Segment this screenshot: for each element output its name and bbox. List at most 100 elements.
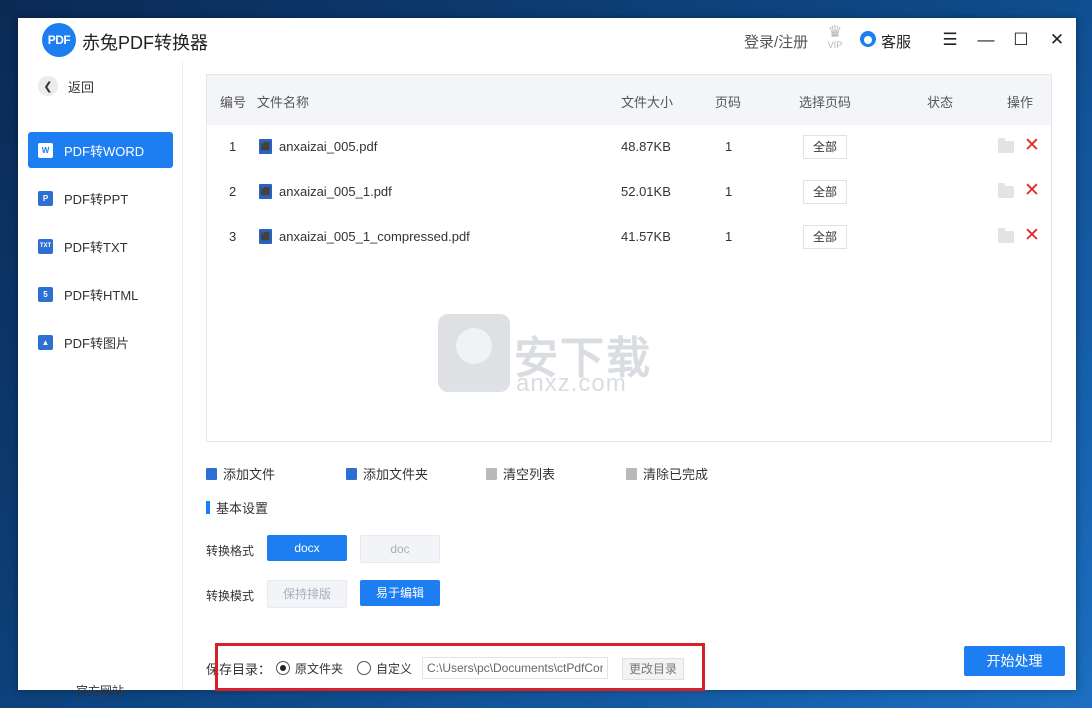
row-number: 2 bbox=[229, 184, 237, 199]
add-folder-button[interactable]: 添加文件夹 bbox=[346, 464, 428, 483]
pdf-file-icon: ⬛ bbox=[259, 139, 272, 154]
broom-icon bbox=[626, 467, 637, 480]
mode-option-easy-edit[interactable]: 易于编辑 bbox=[360, 580, 440, 606]
sidebar-item-pdf-to-html[interactable]: 5 PDF转HTML bbox=[28, 276, 173, 312]
add-file-icon bbox=[206, 467, 217, 480]
column-header-no: 编号 bbox=[220, 95, 247, 110]
original-folder-label[interactable]: 原文件夹 bbox=[295, 660, 343, 677]
sidebar-item-pdf-to-ppt[interactable]: P PDF转PPT bbox=[28, 180, 173, 216]
add-folder-label: 添加文件夹 bbox=[363, 467, 429, 482]
file-name: anxaizai_005.pdf bbox=[279, 139, 378, 154]
delete-icon[interactable]: ✕ bbox=[1024, 225, 1040, 247]
watermark-domain: anxz.com bbox=[516, 370, 627, 397]
custom-folder-label[interactable]: 自定义 bbox=[376, 660, 412, 677]
pdf-file-icon: ⬛ bbox=[259, 229, 272, 244]
file-size: 52.01KB bbox=[621, 184, 671, 199]
back-label: 返回 bbox=[68, 79, 95, 95]
customer-service-icon[interactable] bbox=[860, 31, 876, 47]
page-select-button[interactable]: 全部 bbox=[803, 225, 847, 249]
customer-service-link[interactable]: 客服 bbox=[881, 31, 911, 52]
format-option-doc[interactable]: doc bbox=[360, 535, 440, 563]
add-file-button[interactable]: 添加文件 bbox=[206, 464, 275, 483]
txt-icon: TXT bbox=[38, 238, 53, 254]
vip-badge-text: VIP bbox=[827, 40, 843, 50]
file-name: anxaizai_005_1_compressed.pdf bbox=[279, 229, 470, 244]
back-button[interactable]: ❮ 返回 bbox=[38, 74, 94, 98]
column-header-name: 文件名称 bbox=[257, 95, 310, 110]
start-processing-button[interactable]: 开始处理 bbox=[964, 646, 1065, 676]
sidebar-item-pdf-to-txt[interactable]: TXT PDF转TXT bbox=[28, 228, 173, 264]
open-folder-icon[interactable] bbox=[998, 228, 1014, 243]
vip-crown-icon[interactable]: ♛ VIP bbox=[822, 25, 848, 54]
column-header-pages: 页码 bbox=[715, 95, 742, 110]
table-row[interactable]: 2 ⬛ anxaizai_005_1.pdf 52.01KB 1 全部 ✕ bbox=[207, 170, 1051, 214]
folder-icon bbox=[346, 467, 357, 480]
radio-custom-folder[interactable] bbox=[357, 661, 371, 675]
close-button[interactable]: ✕ bbox=[1045, 28, 1069, 52]
clear-list-button[interactable]: 清空列表 bbox=[486, 464, 555, 483]
html-icon: 5 bbox=[38, 286, 53, 302]
add-file-label: 添加文件 bbox=[223, 467, 276, 482]
delete-icon[interactable]: ✕ bbox=[1024, 135, 1040, 157]
column-header-status: 状态 bbox=[927, 95, 954, 110]
page-count: 1 bbox=[725, 139, 733, 154]
sidebar-item-label: PDF转WORD bbox=[64, 143, 145, 159]
table-header: 编号 文件名称 文件大小 页码 选择页码 状态 操作 bbox=[207, 75, 1051, 125]
chevron-left-icon: ❮ bbox=[38, 76, 58, 96]
clear-completed-button[interactable]: 清除已完成 bbox=[626, 464, 708, 483]
row-number: 1 bbox=[229, 139, 237, 154]
mode-label: 转换模式 bbox=[206, 589, 255, 603]
sidebar-item-label: PDF转TXT bbox=[64, 239, 128, 255]
app-title: 赤兔PDF转换器 bbox=[82, 33, 208, 53]
image-icon: ▲ bbox=[38, 334, 53, 350]
delete-icon[interactable]: ✕ bbox=[1024, 180, 1040, 202]
sidebar: ❮ 返回 W PDF转WORD P PDF转PPT TXT PDF转TXT 5 … bbox=[18, 62, 183, 698]
table-row[interactable]: 1 ⬛ anxaizai_005.pdf 48.87KB 1 全部 ✕ bbox=[207, 125, 1051, 169]
format-option-docx[interactable]: docx bbox=[267, 535, 347, 561]
open-folder-icon[interactable] bbox=[998, 138, 1014, 153]
sidebar-item-label: PDF转图片 bbox=[64, 335, 130, 351]
word-icon: W bbox=[38, 142, 53, 158]
column-header-page-select: 选择页码 bbox=[799, 95, 852, 110]
pdf-file-icon: ⬛ bbox=[259, 184, 272, 199]
app-window: PDF 赤兔PDF转换器 登录/注册 ♛ VIP 客服 ☰ — ☐ ✕ ❮ 返回 … bbox=[18, 18, 1076, 698]
page-count: 1 bbox=[725, 184, 733, 199]
settings-section-title: 基本设置 bbox=[206, 498, 268, 517]
menu-button[interactable]: ☰ bbox=[938, 28, 962, 52]
app-logo-icon: PDF bbox=[42, 23, 76, 57]
file-table: 编号 文件名称 文件大小 页码 选择页码 状态 操作 1 ⬛ anxaizai_… bbox=[206, 74, 1052, 442]
file-name: anxaizai_005_1.pdf bbox=[279, 184, 392, 199]
ppt-icon: P bbox=[38, 190, 53, 206]
row-number: 3 bbox=[229, 229, 237, 244]
page-count: 1 bbox=[725, 229, 733, 244]
page-select-button[interactable]: 全部 bbox=[803, 180, 847, 204]
minimize-button[interactable]: — bbox=[974, 28, 998, 52]
format-label: 转换格式 bbox=[206, 544, 255, 558]
save-path-input[interactable] bbox=[422, 657, 608, 679]
section-marker bbox=[206, 501, 210, 514]
clear-completed-label: 清除已完成 bbox=[643, 467, 709, 482]
file-size: 41.57KB bbox=[621, 229, 671, 244]
mode-option-keep-layout[interactable]: 保持排版 bbox=[267, 580, 347, 608]
table-row[interactable]: 3 ⬛ anxaizai_005_1_compressed.pdf 41.57K… bbox=[207, 215, 1051, 259]
radio-original-folder[interactable] bbox=[276, 661, 290, 675]
official-site-link[interactable]: 官方网站 bbox=[18, 682, 182, 699]
open-folder-icon[interactable] bbox=[998, 183, 1014, 198]
title-bar: PDF 赤兔PDF转换器 登录/注册 ♛ VIP 客服 ☰ — ☐ ✕ bbox=[18, 18, 1076, 62]
file-size: 48.87KB bbox=[621, 139, 671, 154]
sidebar-item-pdf-to-image[interactable]: ▲ PDF转图片 bbox=[28, 324, 173, 360]
column-header-actions: 操作 bbox=[1007, 95, 1034, 110]
login-register-link[interactable]: 登录/注册 bbox=[744, 31, 808, 52]
settings-title: 基本设置 bbox=[216, 501, 269, 516]
save-directory-label: 保存目录： bbox=[206, 662, 272, 677]
page-select-button[interactable]: 全部 bbox=[803, 135, 847, 159]
column-header-size: 文件大小 bbox=[621, 95, 674, 110]
maximize-button[interactable]: ☐ bbox=[1009, 28, 1033, 52]
clear-list-label: 清空列表 bbox=[503, 467, 556, 482]
sidebar-item-label: PDF转PPT bbox=[64, 191, 129, 207]
sidebar-item-pdf-to-word[interactable]: W PDF转WORD bbox=[28, 132, 173, 168]
sidebar-item-label: PDF转HTML bbox=[64, 287, 139, 303]
watermark-shield-icon bbox=[438, 314, 510, 392]
broom-icon bbox=[486, 467, 497, 480]
change-directory-button[interactable]: 更改目录 bbox=[622, 658, 684, 680]
